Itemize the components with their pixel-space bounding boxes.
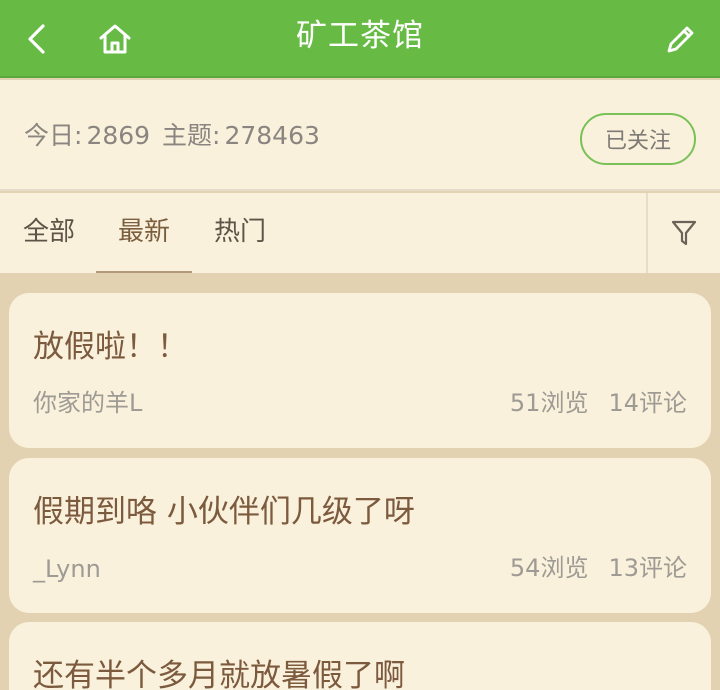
filter-icon bbox=[671, 220, 697, 246]
tab-all[interactable]: 全部 bbox=[6, 193, 92, 273]
active-tab-indicator bbox=[96, 271, 192, 273]
post-author: 你家的羊L bbox=[33, 389, 143, 417]
post-title: 假期到咯 小伙伴们几级了呀 bbox=[33, 494, 415, 530]
post-title: 还有半个多月就放暑假了啊 bbox=[33, 658, 405, 690]
post-comments: 13评论 bbox=[608, 554, 687, 582]
forum-info-bar: 今日: 2869 主题: 278463 已关注 bbox=[0, 80, 720, 191]
post-author: _Lynn bbox=[33, 555, 101, 583]
tab-bar: 全部 最新 热门 bbox=[0, 193, 720, 273]
filter-button[interactable] bbox=[646, 193, 720, 273]
post-title: 放假啦！！ bbox=[33, 329, 188, 365]
app-header: 矿工茶馆 bbox=[0, 0, 720, 78]
post-card[interactable]: 假期到咯 小伙伴们几级了呀 _Lynn 54浏览 13评论 bbox=[9, 458, 711, 613]
post-card[interactable]: 放假啦！！ 你家的羊L 51浏览 14评论 bbox=[9, 293, 711, 448]
post-meta: 51浏览 14评论 bbox=[510, 383, 687, 418]
pencil-icon bbox=[667, 26, 694, 53]
post-comments: 14评论 bbox=[608, 389, 687, 417]
follow-button[interactable]: 已关注 bbox=[580, 113, 696, 165]
forum-stats: 今日: 2869 主题: 278463 bbox=[24, 116, 324, 152]
post-meta: 54浏览 13评论 bbox=[510, 548, 687, 583]
post-views: 54浏览 bbox=[509, 554, 589, 582]
topics-count: 278463 bbox=[224, 121, 320, 150]
compose-button[interactable] bbox=[658, 0, 704, 78]
post-card[interactable]: 还有半个多月就放暑假了啊 bbox=[9, 622, 711, 690]
post-views: 51浏览 bbox=[509, 389, 589, 417]
page-title: 矿工茶馆 bbox=[296, 18, 424, 54]
topics-label: 主题: bbox=[162, 121, 221, 150]
tab-hot[interactable]: 热门 bbox=[194, 193, 286, 273]
today-label: 今日: bbox=[24, 121, 83, 150]
today-count: 2869 bbox=[86, 121, 151, 150]
tab-latest[interactable]: 最新 bbox=[96, 193, 192, 273]
